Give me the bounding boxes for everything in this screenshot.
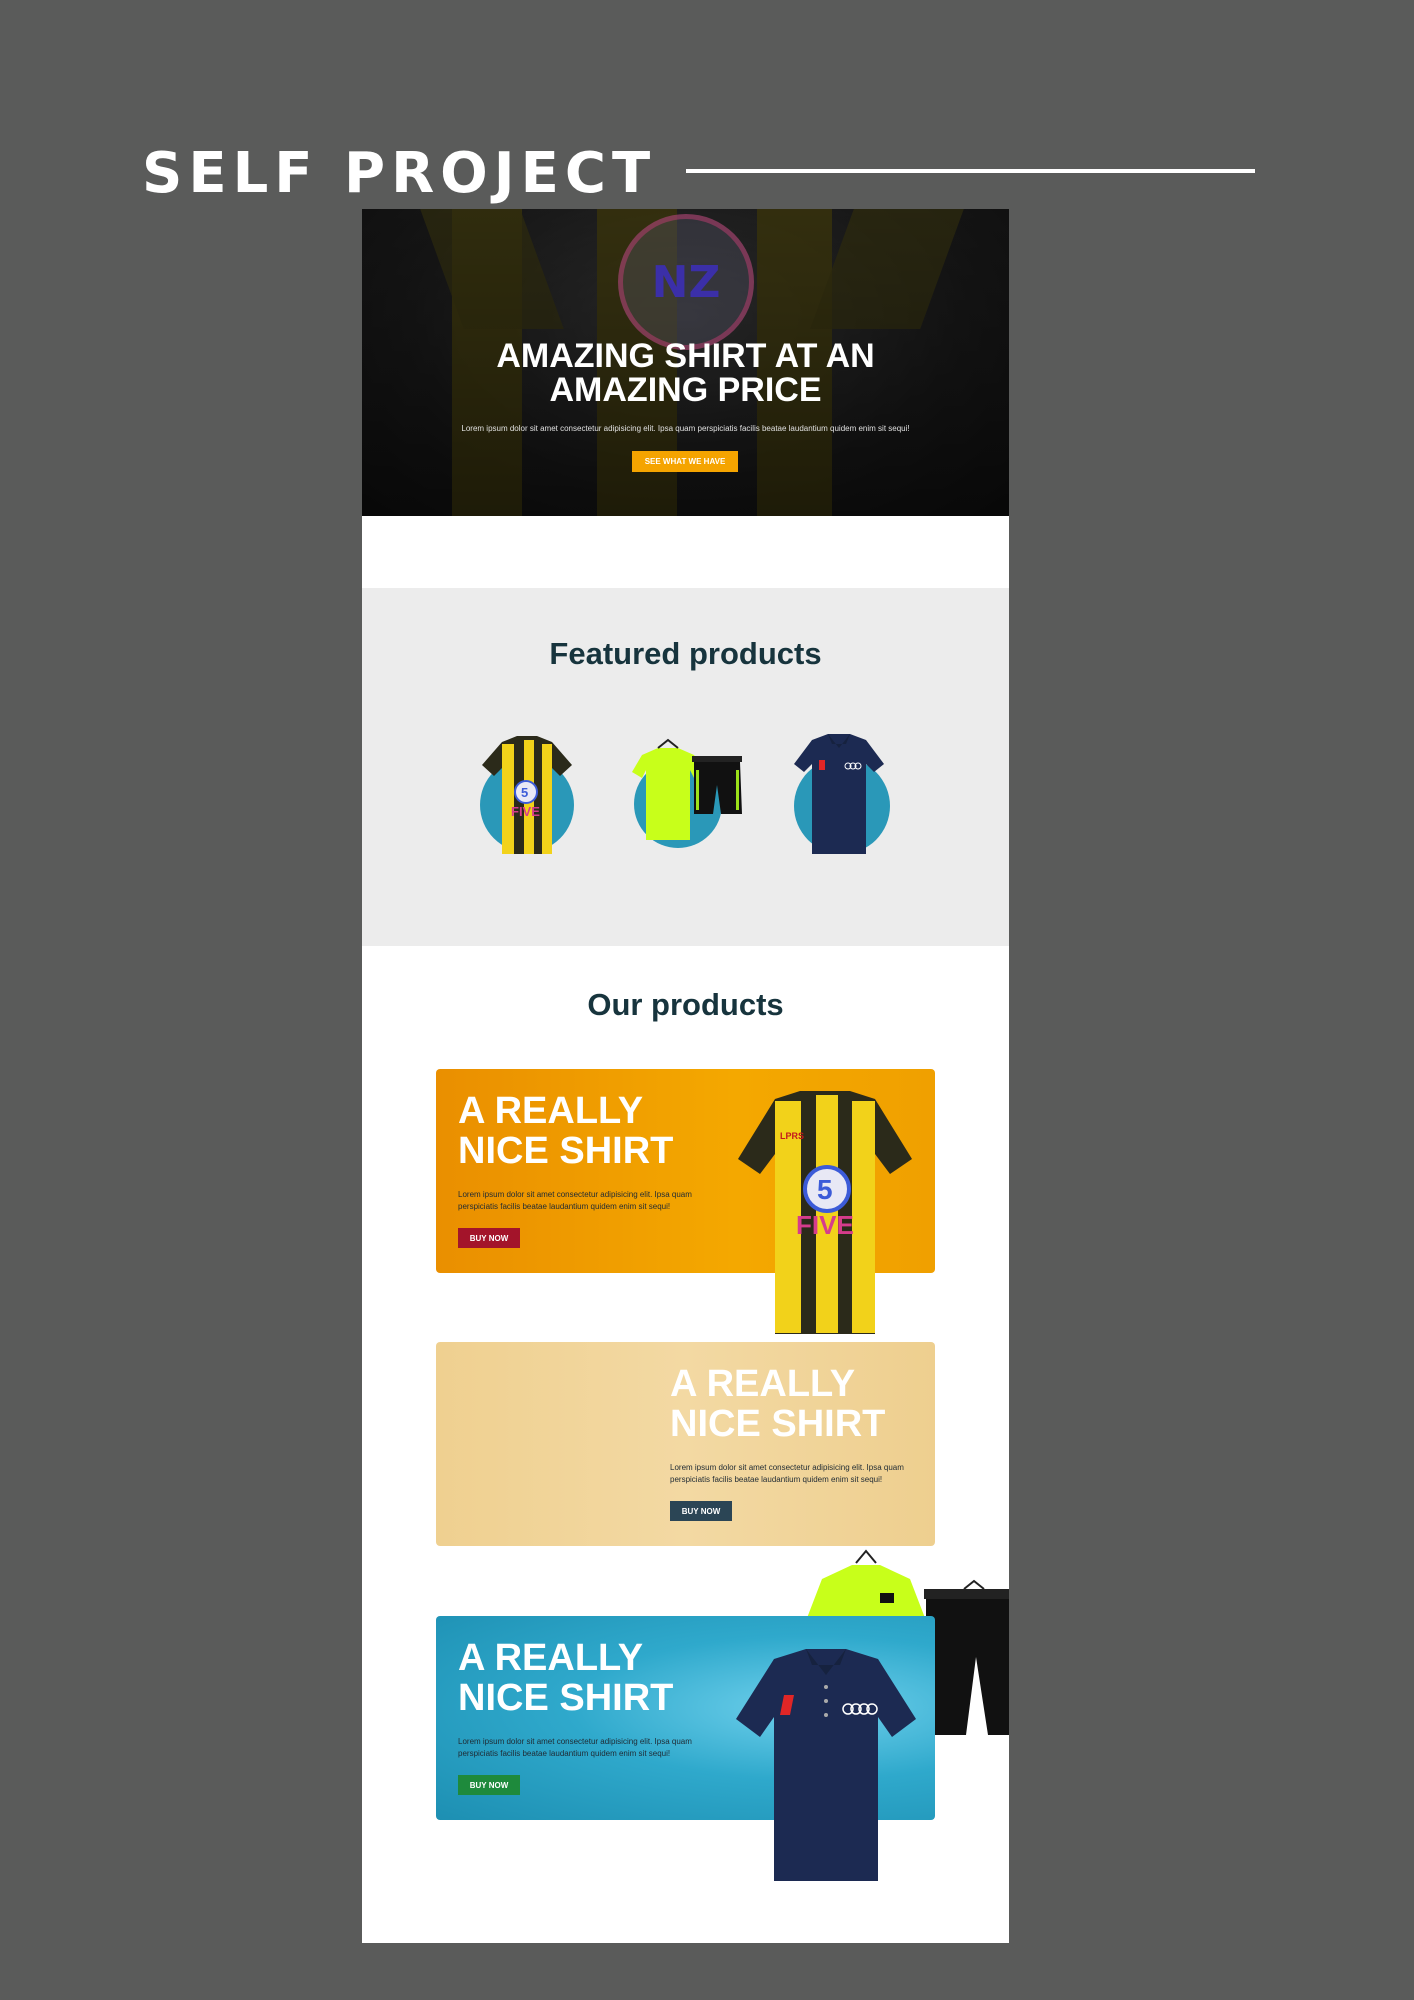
yellow-black-striped-jersey-icon: 5 FIVE LPRS [738, 1091, 912, 1334]
hero-headline-line2: AMAZING PRICE [549, 371, 822, 409]
hero-description: Lorem ipsum dolor sit amet consectetur a… [461, 424, 910, 433]
svg-text:FIVE: FIVE [796, 1210, 854, 1240]
banner-title-line1: A REALLY [458, 1637, 644, 1679]
banner-title-line2: NICE SHIRT [670, 1403, 886, 1445]
banner-title-line1: A REALLY [458, 1090, 644, 1132]
featured-product-tracksuit[interactable] [622, 730, 752, 856]
hero-headline-line1: AMAZING SHIRT AT AN [496, 337, 875, 375]
banner-text-line1: Lorem ipsum dolor sit amet consectetur a… [458, 1190, 692, 1199]
banner-text-line2: perspiciatis facilis beatae laudantium q… [670, 1475, 883, 1484]
hero-logo-text: NZ [651, 257, 721, 308]
website-mockup: NZ AMAZING SHIRT AT AN AMAZING PRICE Lor… [362, 209, 1009, 1943]
banner-text-line2: perspiciatis facilis beatae laudantium q… [458, 1202, 671, 1211]
our-products-title: Our products [587, 987, 784, 1022]
banner-title: A REALLY NICE SHIRT [458, 1638, 673, 1718]
neon-green-tshirt-and-shorts-icon [632, 738, 742, 840]
featured-product-polo[interactable] [784, 730, 894, 856]
banner-text: Lorem ipsum dolor sit amet consectetur a… [458, 1189, 708, 1213]
banner-title-line1: A REALLY [670, 1363, 856, 1405]
banner-title-line2: NICE SHIRT [458, 1130, 674, 1172]
navy-polo-shirt-icon [794, 734, 884, 854]
buy-now-button[interactable]: BUY NOW [458, 1775, 520, 1795]
svg-text:5: 5 [521, 785, 528, 800]
hero-headline: AMAZING SHIRT AT AN AMAZING PRICE [362, 339, 1009, 407]
banner-text-line2: perspiciatis facilis beatae laudantium q… [458, 1749, 671, 1758]
banner-text: Lorem ipsum dolor sit amet consectetur a… [458, 1736, 708, 1760]
hero-section: NZ AMAZING SHIRT AT AN AMAZING PRICE Lor… [362, 209, 1009, 516]
banner-text-line1: Lorem ipsum dolor sit amet consectetur a… [458, 1737, 692, 1746]
banner-title-line2: NICE SHIRT [458, 1677, 674, 1719]
yellow-black-striped-jersey-icon: 5 FIVE [482, 736, 572, 854]
featured-products-section: Featured products 5 FIVE [362, 588, 1009, 946]
page-header-title: SELF PROJECT [142, 141, 657, 206]
svg-text:FIVE: FIVE [511, 804, 540, 819]
buy-now-button[interactable]: BUY NOW [670, 1501, 732, 1521]
banner-title: A REALLY NICE SHIRT [670, 1364, 885, 1444]
banner-text: Lorem ipsum dolor sit amet consectetur a… [670, 1462, 920, 1486]
banner-title: A REALLY NICE SHIRT [458, 1091, 673, 1171]
navy-polo-shirt-icon [736, 1649, 916, 1881]
featured-products-title: Featured products [549, 636, 822, 671]
banner-text-line1: Lorem ipsum dolor sit amet consectetur a… [670, 1463, 904, 1472]
featured-product-jersey[interactable]: 5 FIVE [472, 730, 582, 856]
product-banner-2: A REALLY NICE SHIRT Lorem ipsum dolor si… [436, 1342, 935, 1546]
svg-text:LPRS: LPRS [780, 1131, 804, 1141]
see-what-we-have-button[interactable]: SEE WHAT WE HAVE [632, 451, 738, 472]
buy-now-button[interactable]: BUY NOW [458, 1228, 520, 1248]
svg-text:5: 5 [817, 1174, 833, 1205]
header-divider-line [686, 169, 1255, 173]
